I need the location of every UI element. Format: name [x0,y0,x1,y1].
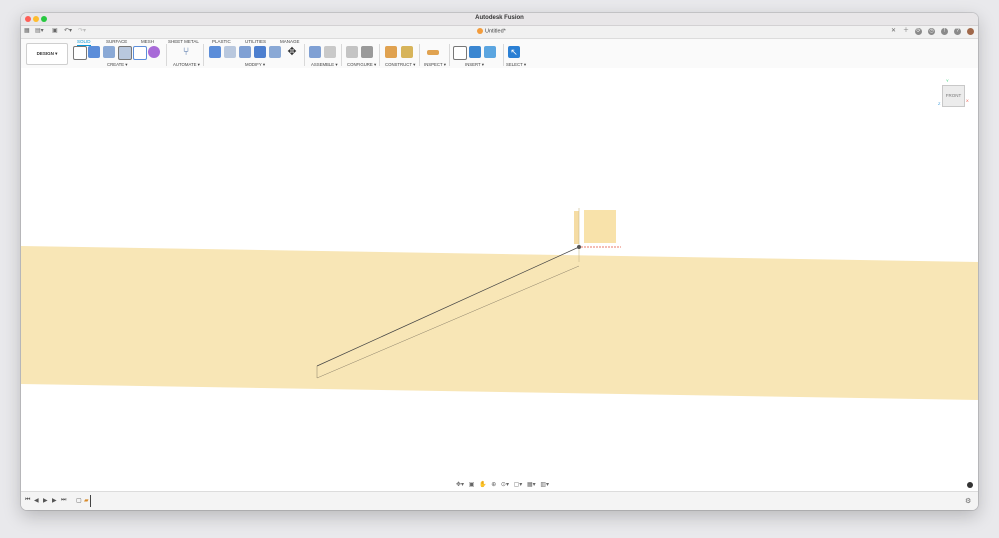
divider [449,44,450,66]
table-icon[interactable] [361,46,373,58]
tab-surface[interactable]: SURFACE [106,39,127,44]
tab-plastic[interactable]: PLASTIC [212,39,231,44]
window-title: Autodesk Fusion [475,15,524,21]
next-icon[interactable]: ▶ [52,497,57,504]
chamfer-icon[interactable] [239,46,251,58]
measure-icon[interactable] [427,50,439,55]
hole-icon[interactable] [118,46,132,60]
select-icon[interactable]: ↖ [508,46,520,58]
divider [304,44,305,66]
last-icon[interactable]: ⏭ [61,497,66,504]
refresh-icon[interactable]: ⟳ [915,28,922,35]
document-tab-bar: ▦ ▤▾ ▣ ↶▾ ↷▾ Untitled* ✕ ＋ ⟳ ◷ ! ? [21,26,978,39]
undo-icon[interactable]: ↶▾ [64,28,72,35]
tab-solid[interactable]: SOLID [77,39,91,46]
play-icon[interactable]: ▶ [43,497,48,504]
new-tab-icon[interactable]: ＋ [903,28,909,35]
new-component-icon[interactable] [309,46,321,58]
fit-icon[interactable]: ⊙▾ [501,482,509,488]
axis-z-label: Z [938,101,941,106]
shell-icon[interactable] [254,46,266,58]
navigation-bar: ✥▾ ▣ ✋ ⊕ ⊙▾ ▢▾ ▦▾ ▥▾ [456,481,552,488]
save-icon[interactable]: ▣ [52,28,58,35]
extrude-icon[interactable] [88,46,100,58]
document-tab-label: Untitled* [485,28,506,35]
orbit-icon[interactable]: ✥▾ [456,482,464,488]
file-icon[interactable]: ▤▾ [35,28,44,35]
viewport-scene [21,208,978,400]
combine-icon[interactable] [269,46,281,58]
joint-icon[interactable] [324,46,336,58]
prev-icon[interactable]: ◀ [34,497,39,504]
tab-utilities[interactable]: UTILITIES [245,39,266,44]
notification-icon[interactable]: ! [941,28,948,35]
gear-icon[interactable]: ⚙ [965,497,971,505]
tab-mesh[interactable]: MESH [141,39,154,44]
tab-sheet-metal[interactable]: SHEET METAL [168,39,199,44]
close-tab-icon[interactable]: ✕ [891,28,896,35]
axis-x-label: X [966,98,969,103]
axis-y-label: Y [946,78,949,83]
configure-icon[interactable] [346,46,358,58]
first-icon[interactable]: ⏮ [25,497,30,504]
divider [203,44,204,66]
origin-plane-side [574,211,579,244]
automate-icon[interactable]: ⑂ [180,46,192,58]
jobs-icon[interactable]: ◷ [928,28,935,35]
pan-icon[interactable]: ✋ [479,482,486,488]
offset-plane-icon[interactable] [385,46,397,58]
viewports-icon[interactable]: ▥▾ [540,482,549,488]
timeline-bar: ⏮ ◀ ▶ ▶ ⏭ ▢ ▰ ⚙ [21,491,978,510]
origin-plane-front [584,210,616,243]
grid-settings-icon[interactable]: ▦▾ [527,482,536,488]
plane-at-angle-icon[interactable] [401,46,413,58]
divider [166,44,167,66]
divider [503,44,504,66]
redo-icon[interactable]: ↷▾ [78,28,86,35]
timeline-plane-icon[interactable]: ▰ [84,497,89,504]
timeline-marker[interactable] [90,495,91,507]
viewcube[interactable]: FRONT [942,85,965,107]
divider [341,44,342,66]
move-icon[interactable]: ✥ [286,46,298,58]
fillet-icon[interactable] [224,46,236,58]
avatar[interactable] [967,28,974,35]
pattern-icon[interactable] [133,46,147,60]
app-window: Autodesk Fusion ▦ ▤▾ ▣ ↶▾ ↷▾ Untitled* ✕… [21,13,978,510]
workspace-switcher[interactable]: DESIGN ▾ [26,43,68,65]
help-icon[interactable]: ? [954,28,961,35]
insert-derive-icon[interactable] [453,46,467,60]
look-at-icon[interactable]: ▣ [469,482,475,488]
viewport-canvas[interactable]: FRONT Y X Z ✥▾ ▣ ✋ ⊕ ⊙▾ ▢▾ ▦▾ ▥▾ [21,68,978,491]
insert-mesh-icon[interactable] [469,46,481,58]
timeline-sketch-icon[interactable]: ▢ [76,497,82,504]
divider [419,44,420,66]
divider [379,44,380,66]
create-sketch-icon[interactable] [73,46,87,60]
title-bar: Autodesk Fusion [21,13,978,26]
comment-icon[interactable] [967,482,973,488]
toolbar-ribbon: DESIGN ▾ SOLID SURFACE MESH SHEET METAL … [21,39,978,69]
document-tab[interactable]: Untitled* [477,28,506,34]
form-icon[interactable] [148,46,160,58]
construction-plane [21,246,978,400]
press-pull-icon[interactable] [209,46,221,58]
insert-image-icon[interactable] [484,46,496,58]
revolve-icon[interactable] [103,46,115,58]
zoom-icon[interactable]: ⊕ [491,482,496,488]
tab-manage[interactable]: MANAGE [280,39,300,44]
grid-icon[interactable]: ▦ [24,28,30,35]
fusion-file-icon [477,28,483,34]
display-settings-icon[interactable]: ▢▾ [514,482,523,488]
origin-point [577,245,581,249]
